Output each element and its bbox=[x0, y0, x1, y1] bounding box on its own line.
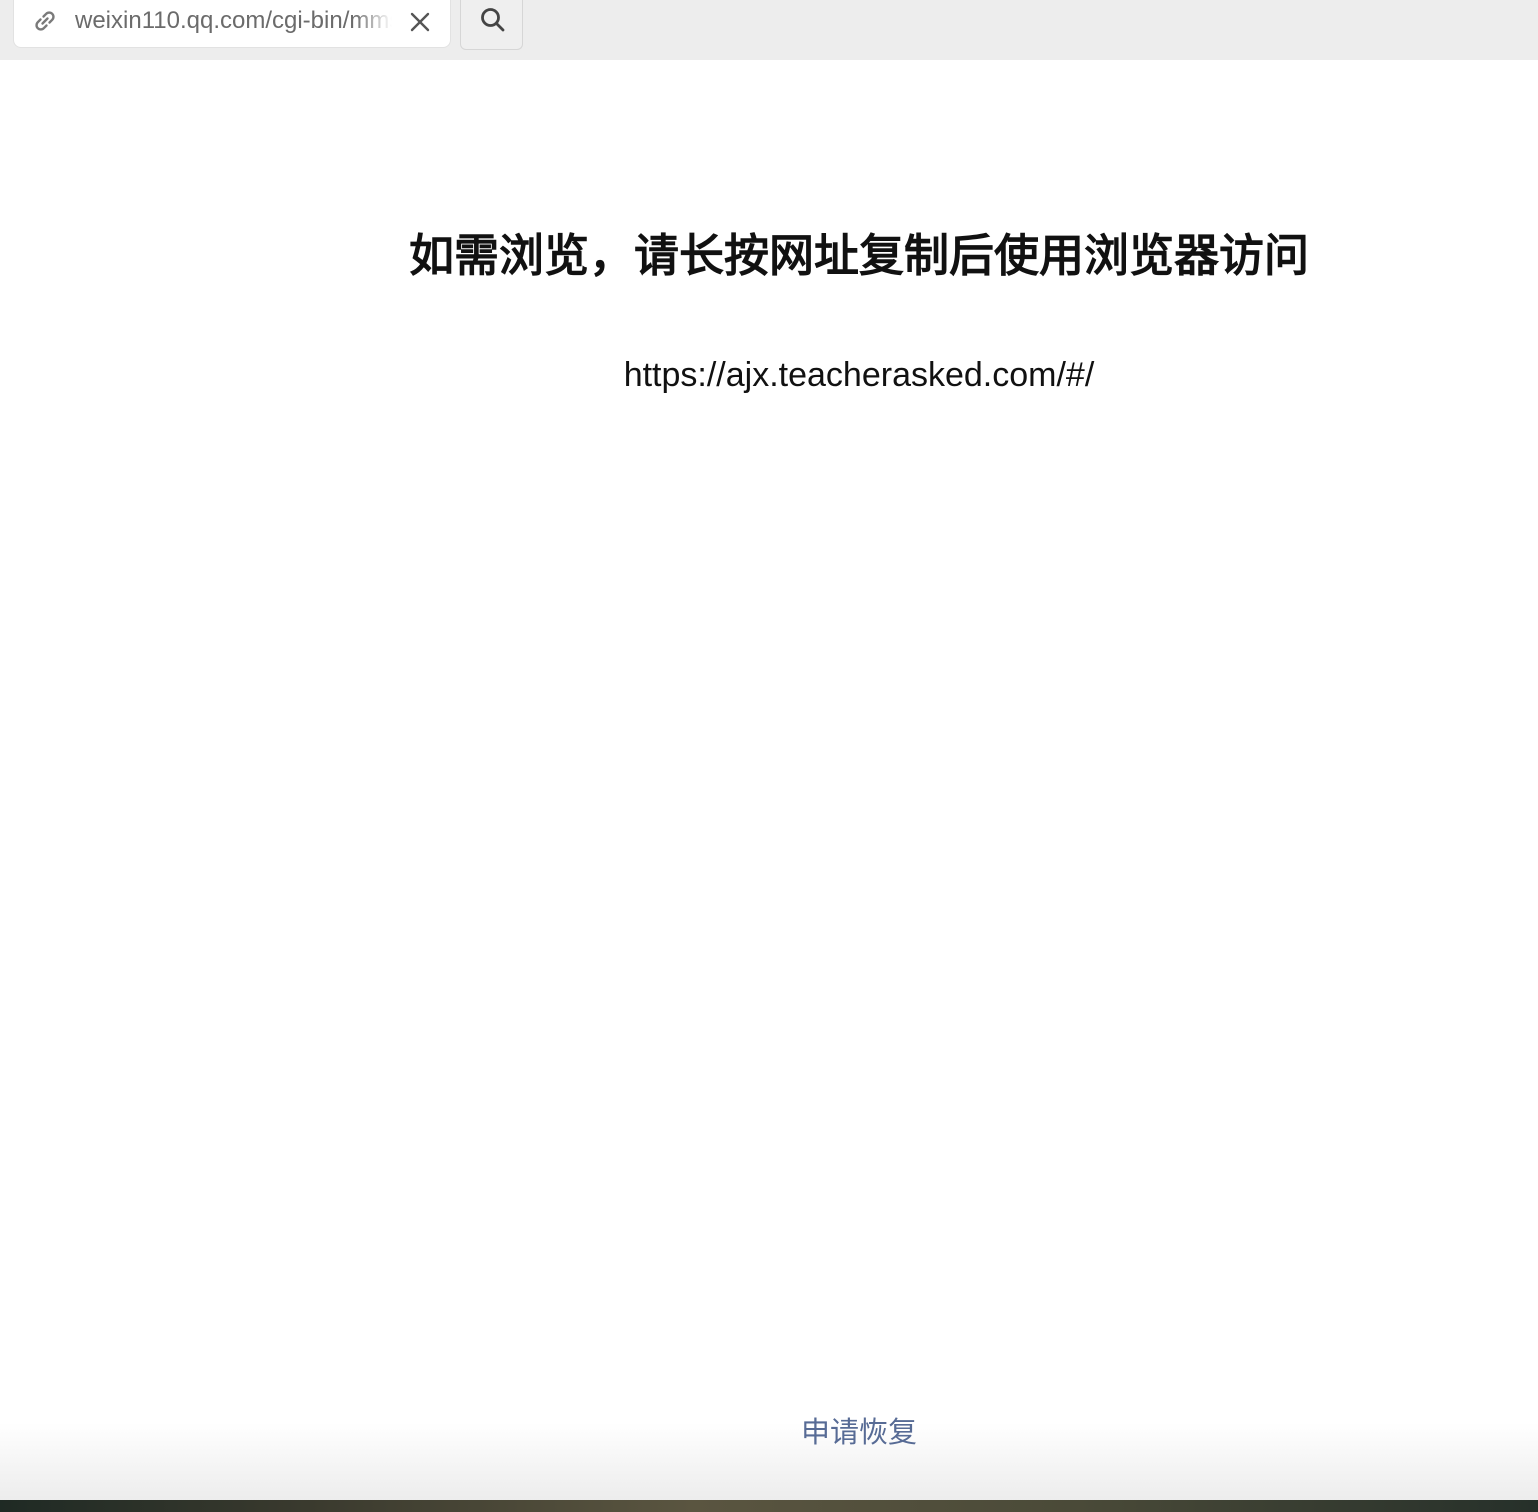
page-headline: 如需浏览，请长按网址复制后使用浏览器访问 bbox=[408, 230, 1309, 281]
close-icon[interactable] bbox=[406, 8, 434, 36]
apply-restore-label[interactable]: 申请恢复 bbox=[801, 1417, 917, 1449]
page: weixin110.qq.com/cgi-bin/mmspamsupport-b… bbox=[0, 0, 1538, 1512]
search-button[interactable] bbox=[460, 0, 523, 50]
search-icon bbox=[481, 8, 505, 32]
address-bar-url[interactable]: weixin110.qq.com/cgi-bin/mmspamsupport-b… bbox=[75, 5, 392, 37]
target-url-text[interactable]: https://ajx.teacherasked.com/#/ bbox=[0, 352, 1538, 398]
browser-toolbar: weixin110.qq.com/cgi-bin/mmspamsupport-b… bbox=[0, 0, 1538, 60]
apply-restore-link[interactable]: 申请恢复 bbox=[0, 1413, 1538, 1453]
bottom-edge-strip bbox=[0, 1500, 1538, 1512]
link-icon bbox=[30, 6, 60, 36]
address-bar[interactable]: weixin110.qq.com/cgi-bin/mmspamsupport-b… bbox=[13, 0, 451, 48]
